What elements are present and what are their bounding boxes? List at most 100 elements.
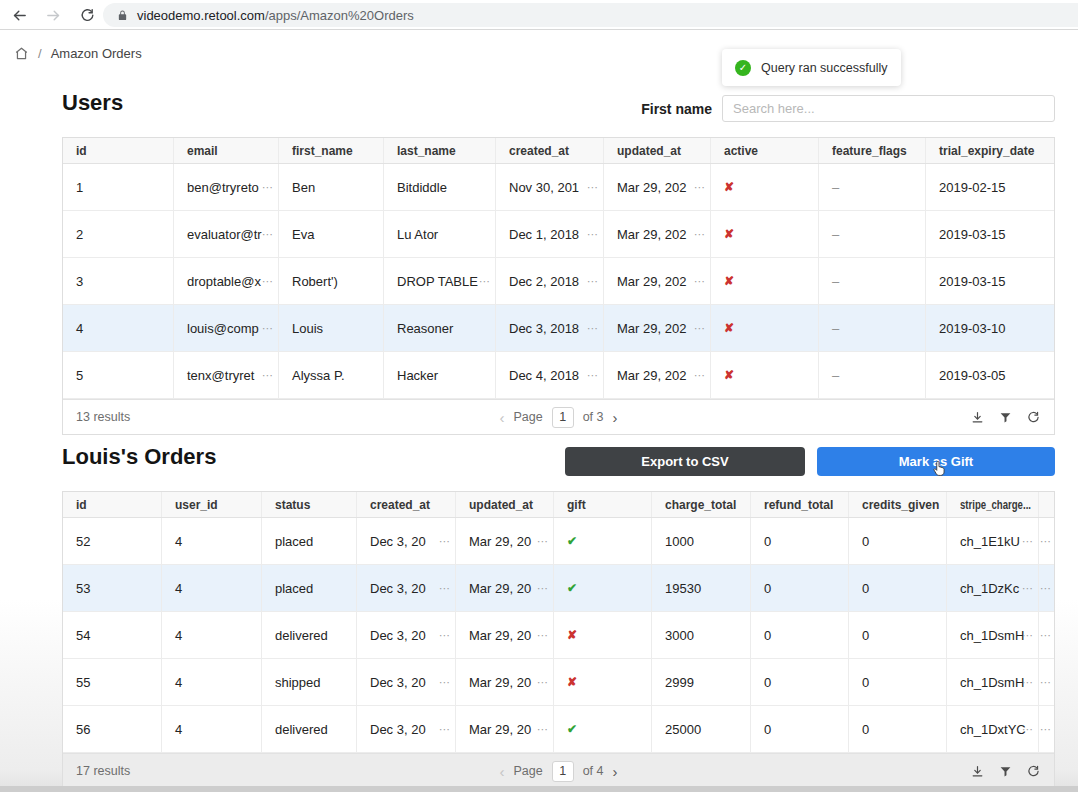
column-header[interactable]: trial_expiry_date <box>926 138 1056 163</box>
table-cell: 4 <box>162 565 262 611</box>
column-header[interactable]: status <box>262 492 357 517</box>
table-cell: 2019-02-15 <box>926 164 1056 210</box>
table-cell: 2 <box>63 211 174 257</box>
cross-icon: ✘ <box>567 675 577 689</box>
next-page-button[interactable]: › <box>613 763 618 780</box>
column-header[interactable] <box>1039 492 1056 517</box>
page: videodemo.retool.com/apps/Amazon%20Order… <box>0 0 1078 792</box>
table-cell: Mar 29, 202⋯ <box>604 352 711 398</box>
cell-text: louis@comp <box>187 321 259 336</box>
table-row[interactable]: 544deliveredDec 3, 20⋯Mar 29, 20⋯✘300000… <box>63 612 1054 659</box>
column-header[interactable]: id <box>63 138 174 163</box>
table-cell: 2019-03-15 <box>926 211 1056 257</box>
cell-text: 53 <box>76 581 90 596</box>
cell-text: ch_1E1kU <box>960 534 1020 549</box>
table-cell: 0 <box>849 612 947 658</box>
table-cell: ⋯ <box>1039 518 1056 564</box>
home-icon[interactable] <box>14 46 29 61</box>
table-cell: ✘ <box>711 305 819 351</box>
breadcrumb-current[interactable]: Amazon Orders <box>51 46 142 61</box>
column-header[interactable]: active <box>711 138 819 163</box>
filter-button[interactable] <box>999 411 1012 424</box>
column-header[interactable]: id <box>63 492 162 517</box>
table-cell: Dec 2, 2018⋯ <box>496 258 604 304</box>
table-cell: Dec 3, 20⋯ <box>357 706 456 752</box>
table-row[interactable]: 1ben@tryreto⋯BenBitdiddleNov 30, 201⋯Mar… <box>63 164 1054 211</box>
truncation-ellipsis-icon: ⋯ <box>262 229 272 240</box>
download-csv-button[interactable] <box>971 411 984 424</box>
page-number-input[interactable]: 1 <box>552 407 574 428</box>
table-row[interactable]: 564deliveredDec 3, 20⋯Mar 29, 20⋯✔250000… <box>63 706 1054 753</box>
column-header[interactable]: stripe_charge... <box>947 492 1039 517</box>
column-header[interactable]: updated_at <box>456 492 554 517</box>
column-header[interactable]: credits_given <box>849 492 947 517</box>
column-header[interactable]: last_name <box>384 138 496 163</box>
table-row[interactable]: 534placedDec 3, 20⋯Mar 29, 20⋯✔1953000ch… <box>63 565 1054 612</box>
table-cell: ✘ <box>554 612 652 658</box>
table-cell: – <box>819 211 926 257</box>
filter-button[interactable] <box>999 765 1012 778</box>
column-header[interactable]: first_name <box>279 138 384 163</box>
cross-icon: ✘ <box>724 227 734 241</box>
column-header[interactable]: feature_flags <box>819 138 926 163</box>
table-row[interactable]: 2evaluator@tr⋯EvaLu AtorDec 1, 2018⋯Mar … <box>63 211 1054 258</box>
column-header[interactable]: created_at <box>496 138 604 163</box>
column-header[interactable]: created_at <box>357 492 456 517</box>
table-cell: DROP TABLE⋯ <box>384 258 496 304</box>
cell-text: Dec 3, 2018 <box>509 321 579 336</box>
next-page-button[interactable]: › <box>613 409 618 426</box>
url-bar[interactable]: videodemo.retool.com/apps/Amazon%20Order… <box>103 3 1078 27</box>
table-cell: Mar 29, 20⋯ <box>456 565 554 611</box>
browser-refresh-button[interactable] <box>76 4 98 26</box>
column-header[interactable]: gift <box>554 492 652 517</box>
table-row[interactable]: 4louis@comp⋯LouisReasonerDec 3, 2018⋯Mar… <box>63 305 1054 352</box>
page-number-input[interactable]: 1 <box>552 761 574 782</box>
column-header[interactable]: user_id <box>162 492 262 517</box>
cell-text: Mar 29, 202 <box>617 321 686 336</box>
table-cell: Dec 3, 2018⋯ <box>496 305 604 351</box>
cross-icon: ✘ <box>724 368 734 382</box>
prev-page-button[interactable]: ‹ <box>499 409 504 426</box>
table-cell: Reasoner <box>384 305 496 351</box>
cell-text: Alyssa P. <box>292 368 345 383</box>
table-cell: – <box>819 164 926 210</box>
export-csv-button[interactable]: Export to CSV <box>565 447 805 476</box>
table-cell: ✔ <box>554 518 652 564</box>
browser-back-button[interactable] <box>8 4 30 26</box>
truncation-ellipsis-icon: ⋯ <box>1040 630 1050 641</box>
cell-text: Dec 3, 20 <box>370 534 426 549</box>
table-row[interactable]: 524placedDec 3, 20⋯Mar 29, 20⋯✔100000ch_… <box>63 518 1054 565</box>
table-cell: 4 <box>162 659 262 705</box>
table-cell: ben@tryreto⋯ <box>174 164 279 210</box>
cell-text: 0 <box>862 628 869 643</box>
table-cell: Mar 29, 202⋯ <box>604 305 711 351</box>
table-row[interactable]: 554shippedDec 3, 20⋯Mar 29, 20⋯✘299900ch… <box>63 659 1054 706</box>
cell-text: 0 <box>764 534 771 549</box>
cell-text: Dec 1, 2018 <box>509 227 579 242</box>
prev-page-button[interactable]: ‹ <box>499 763 504 780</box>
column-header[interactable]: refund_total <box>751 492 849 517</box>
column-header[interactable]: email <box>174 138 279 163</box>
cell-text: delivered <box>275 628 328 643</box>
toast-message: Query ran successfully <box>761 61 887 75</box>
table-cell: 55 <box>63 659 162 705</box>
refresh-table-button[interactable] <box>1027 765 1040 778</box>
browser-forward-button[interactable] <box>42 4 64 26</box>
download-csv-button[interactable] <box>971 765 984 778</box>
column-header[interactable]: updated_at <box>604 138 711 163</box>
table-row[interactable]: 3droptable@x⋯Robert')DROP TABLE⋯Dec 2, 2… <box>63 258 1054 305</box>
cell-text: 4 <box>76 321 83 336</box>
table-cell: Bitdiddle <box>384 164 496 210</box>
cross-icon: ✘ <box>567 628 577 642</box>
table-cell: 1000 <box>652 518 751 564</box>
table-cell: Dec 4, 2018⋯ <box>496 352 604 398</box>
table-cell: ⋯ <box>1039 659 1056 705</box>
first-name-filter-label: First name <box>552 101 712 117</box>
refresh-table-button[interactable] <box>1027 411 1040 424</box>
table-cell: 2999 <box>652 659 751 705</box>
first-name-search-input[interactable] <box>722 95 1055 122</box>
table-row[interactable]: 5tenx@tryret⋯Alyssa P.HackerDec 4, 2018⋯… <box>63 352 1054 399</box>
cell-text: Mar 29, 20 <box>469 534 531 549</box>
column-header[interactable]: charge_total <box>652 492 751 517</box>
table-refresh-icon <box>1027 411 1040 424</box>
